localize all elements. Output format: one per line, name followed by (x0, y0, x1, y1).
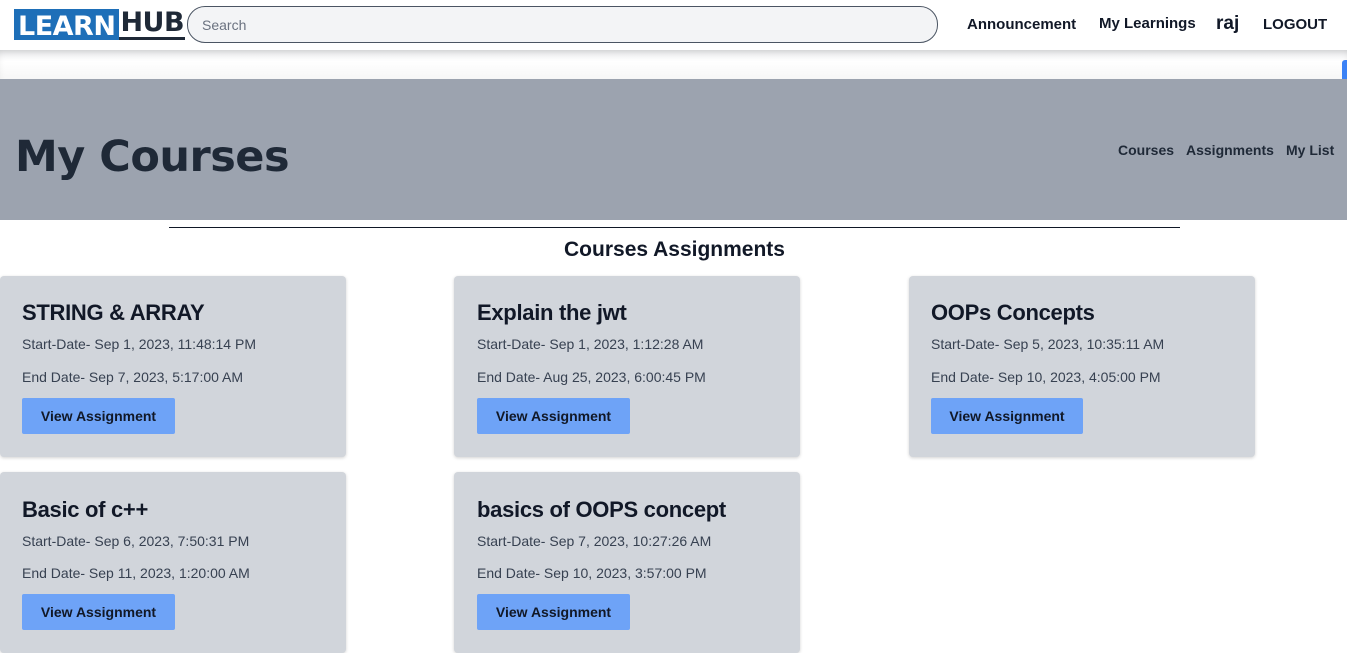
assignment-card: basics of OOPS concept Start-Date- Sep 7… (454, 472, 800, 653)
assignment-start-date: Start-Date- Sep 7, 2023, 10:27:26 AM (477, 533, 712, 549)
top-navbar: LEARN HUB Announcement My Learnings raj … (0, 0, 1347, 50)
section-divider (169, 227, 1180, 228)
search-input[interactable] (187, 6, 938, 43)
assignment-start-date: Start-Date- Sep 1, 2023, 1:12:28 AM (477, 336, 704, 352)
banner-link-courses[interactable]: Courses (1118, 142, 1174, 158)
view-assignment-button[interactable]: View Assignment (931, 398, 1083, 434)
banner-link-assignments[interactable]: Assignments (1186, 142, 1274, 158)
assignment-end-date: End Date- Sep 11, 2023, 1:20:00 AM (22, 565, 250, 581)
logo-hub-text: HUB (119, 7, 186, 40)
assignment-title: basics of OOPS concept (477, 497, 726, 522)
assignment-end-date: End Date- Sep 10, 2023, 4:05:00 PM (931, 369, 1161, 385)
logo-learn-text: LEARN (14, 9, 120, 42)
assignment-title: OOPs Concepts (931, 300, 1095, 325)
assignment-start-date: Start-Date- Sep 6, 2023, 7:50:31 PM (22, 533, 250, 549)
assignment-title: Explain the jwt (477, 300, 627, 325)
page-title: My Courses (15, 132, 290, 182)
assignment-card: Basic of c++ Start-Date- Sep 6, 2023, 7:… (0, 472, 346, 653)
navbar-shadow (0, 50, 1347, 79)
page-banner: My Courses Courses Assignments My List (0, 79, 1347, 220)
assignment-end-date: End Date- Sep 10, 2023, 3:57:00 PM (477, 565, 707, 581)
nav-user-name[interactable]: raj (1216, 13, 1239, 35)
assignment-title: Basic of c++ (22, 497, 149, 522)
assignment-start-date: Start-Date- Sep 5, 2023, 10:35:11 AM (931, 336, 1165, 352)
assignment-card: OOPs Concepts Start-Date- Sep 5, 2023, 1… (909, 276, 1255, 457)
nav-my-learnings[interactable]: My Learnings (1099, 15, 1196, 32)
assignment-card: STRING & ARRAY Start-Date- Sep 1, 2023, … (0, 276, 346, 457)
assignment-end-date: End Date- Sep 7, 2023, 5:17:00 AM (22, 369, 244, 385)
view-assignment-button[interactable]: View Assignment (22, 398, 175, 434)
view-assignment-button[interactable]: View Assignment (477, 398, 630, 434)
logout-button[interactable]: LOGOUT (1263, 16, 1327, 33)
view-assignment-button[interactable]: View Assignment (477, 594, 630, 630)
assignment-title: STRING & ARRAY (22, 300, 205, 325)
assignment-end-date: End Date- Aug 25, 2023, 6:00:45 PM (477, 369, 706, 385)
nav-announcement[interactable]: Announcement (967, 16, 1076, 33)
banner-link-my-list[interactable]: My List (1286, 142, 1334, 158)
view-assignment-button[interactable]: View Assignment (22, 594, 175, 630)
assignment-card: Explain the jwt Start-Date- Sep 1, 2023,… (454, 276, 800, 457)
section-title: Courses Assignments (564, 238, 785, 261)
assignment-start-date: Start-Date- Sep 1, 2023, 11:48:14 PM (22, 336, 256, 352)
learnhub-logo[interactable]: LEARN HUB (14, 7, 186, 42)
